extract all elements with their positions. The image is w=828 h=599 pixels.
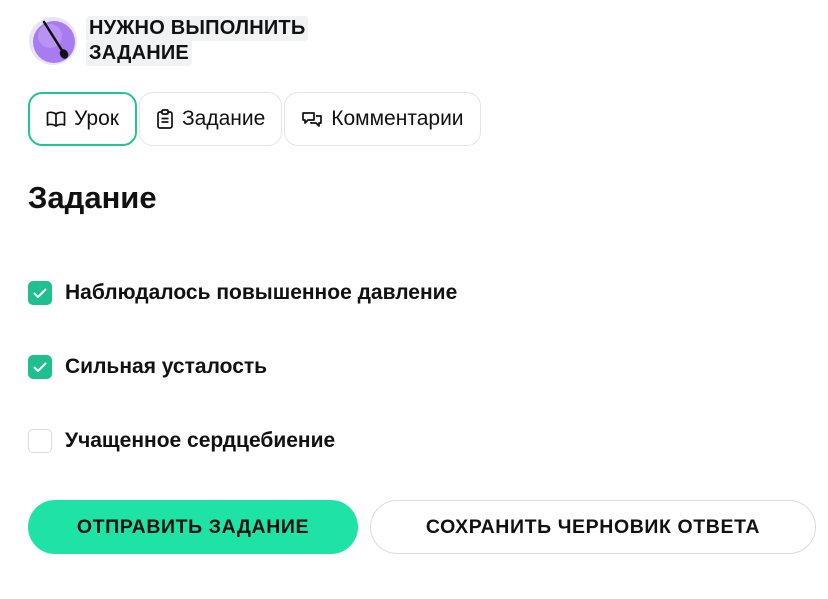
option-item[interactable]: Учащенное сердцебиение: [28, 424, 457, 458]
tab-comments-label: Комментарии: [331, 107, 464, 130]
tab-assignment-label: Задание: [181, 107, 266, 130]
heading-line-1: НУЖНО ВЫПОЛНИТЬ: [86, 16, 309, 41]
tab-lesson-label: Урок: [74, 107, 119, 130]
option-label: Сильная усталость: [65, 355, 268, 378]
checkmark-icon: [33, 288, 47, 298]
paintbrush-icon: [26, 14, 80, 68]
checkbox-checked[interactable]: [28, 355, 52, 379]
tab-lesson[interactable]: Урок: [28, 92, 137, 146]
comments-icon: [301, 110, 323, 128]
page-header: НУЖНО ВЫПОЛНИТЬ ЗАДАНИЕ: [26, 14, 309, 68]
checkbox-list: Наблюдалось повышенное давление Сильная …: [28, 276, 457, 498]
section-title: Задание: [28, 180, 157, 215]
submit-assignment-button[interactable]: ОТПРАВИТЬ ЗАДАНИЕ: [28, 500, 358, 554]
option-item[interactable]: Сильная усталость: [28, 350, 457, 384]
action-buttons: ОТПРАВИТЬ ЗАДАНИЕ СОХРАНИТЬ ЧЕРНОВИК ОТВ…: [28, 500, 816, 554]
tab-assignment[interactable]: Задание: [138, 92, 283, 146]
option-item[interactable]: Наблюдалось повышенное давление: [28, 276, 457, 310]
save-draft-button[interactable]: СОХРАНИТЬ ЧЕРНОВИК ОТВЕТА: [370, 500, 816, 554]
clipboard-icon: [156, 109, 174, 129]
heading-line-2: ЗАДАНИЕ: [86, 41, 192, 66]
tab-comments[interactable]: Комментарии: [284, 92, 481, 146]
option-label: Учащенное сердцебиение: [65, 429, 336, 452]
option-label: Наблюдалось повышенное давление: [65, 281, 458, 304]
checkbox-unchecked[interactable]: [28, 429, 52, 453]
page-heading: НУЖНО ВЫПОЛНИТЬ ЗАДАНИЕ: [86, 16, 309, 66]
checkmark-icon: [33, 362, 47, 372]
checkbox-checked[interactable]: [28, 281, 52, 305]
book-icon: [46, 110, 66, 128]
tab-bar: Урок Задание Комментарии: [28, 92, 481, 146]
